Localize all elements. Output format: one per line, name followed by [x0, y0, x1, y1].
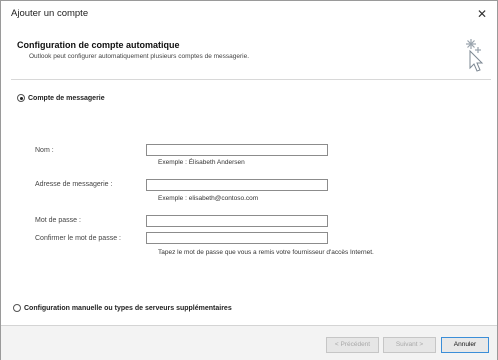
name-hint: Exemple : Élisabeth Andersen — [158, 159, 245, 166]
wizard-header: Configuration de compte automatique Outl… — [11, 29, 491, 80]
name-label: Nom : — [35, 147, 54, 154]
add-account-dialog: Ajouter un compte ✕ Configuration de com… — [0, 0, 498, 360]
email-account-label: Compte de messagerie — [28, 94, 105, 102]
previous-button[interactable]: < Précédent — [326, 337, 379, 353]
manual-config-option[interactable]: Configuration manuelle ou types de serve… — [13, 304, 232, 312]
name-field[interactable] — [146, 144, 328, 156]
password-hint: Tapez le mot de passe que vous a remis v… — [158, 249, 374, 256]
wizard-wand-icon — [466, 39, 484, 72]
email-account-radio[interactable] — [17, 94, 25, 102]
confirm-password-label: Confirmer le mot de passe : — [35, 235, 121, 242]
next-button[interactable]: Suivant > — [383, 337, 436, 353]
title-bar: Ajouter un compte ✕ — [1, 1, 497, 29]
window-title: Ajouter un compte — [11, 8, 89, 19]
email-field[interactable] — [146, 179, 328, 191]
header-subtitle: Outlook peut configurer automatiquement … — [29, 53, 250, 60]
password-label: Mot de passe : — [35, 217, 81, 224]
header-title: Configuration de compte automatique — [17, 40, 180, 50]
close-button[interactable]: ✕ — [469, 3, 495, 25]
email-label: Adresse de messagerie : — [35, 181, 113, 188]
manual-config-label: Configuration manuelle ou types de serve… — [24, 304, 232, 312]
email-account-option[interactable]: Compte de messagerie — [17, 94, 105, 102]
manual-config-radio[interactable] — [13, 304, 21, 312]
dialog-footer: < Précédent Suivant > Annuler — [1, 325, 497, 360]
confirm-password-field[interactable] — [146, 232, 328, 244]
cancel-button[interactable]: Annuler — [441, 337, 489, 353]
password-field[interactable] — [146, 215, 328, 227]
email-hint: Exemple : elisabeth@contoso.com — [158, 195, 259, 202]
